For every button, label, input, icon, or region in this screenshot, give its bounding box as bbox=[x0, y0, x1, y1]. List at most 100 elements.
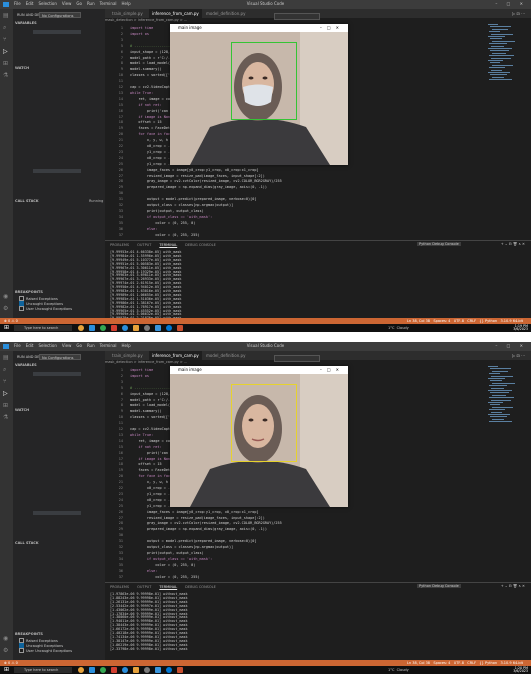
app-icon[interactable] bbox=[177, 667, 183, 673]
code-line[interactable]: print(output, output_class) bbox=[130, 209, 204, 213]
code-line[interactable]: model.summary() bbox=[130, 67, 162, 71]
code-line[interactable]: x0_crop = ... bbox=[130, 156, 174, 160]
window-controls[interactable]: – □ ✕ bbox=[495, 1, 527, 6]
code-line[interactable]: else: bbox=[130, 227, 158, 231]
gear-icon[interactable]: ⚙ bbox=[3, 648, 10, 654]
code-line[interactable]: y1_crop = ... bbox=[130, 504, 174, 508]
section-header-watch[interactable]: WATCH bbox=[15, 408, 29, 412]
account-icon[interactable]: ◉ bbox=[3, 636, 10, 642]
section-header-call-stack[interactable]: CALL STACK bbox=[15, 541, 39, 545]
configuration-select[interactable]: No Configurations bbox=[39, 354, 81, 360]
code-line[interactable]: import time bbox=[130, 368, 153, 372]
editor-tab[interactable]: train_simple.py bbox=[109, 9, 146, 18]
widget-icon[interactable] bbox=[78, 325, 84, 331]
code-line[interactable]: prepared_image = np.expand_dims(gray_ima… bbox=[130, 185, 267, 189]
debug-toolbar[interactable] bbox=[274, 355, 320, 362]
source-control-icon[interactable]: ⑂ bbox=[3, 379, 10, 385]
task-view-icon[interactable] bbox=[89, 325, 95, 331]
opera-icon[interactable] bbox=[111, 667, 117, 673]
breakpoint-item[interactable]: User Uncaught Exceptions bbox=[19, 648, 72, 653]
panel-actions[interactable]: + ⌄ ⊟ 🗑 ∧ ✕ bbox=[501, 584, 525, 588]
vscode-taskbar-icon[interactable] bbox=[166, 325, 172, 331]
code-line[interactable]: output_class = classes[np.argmax(output)… bbox=[130, 545, 233, 549]
configuration-select[interactable]: No Configurations bbox=[39, 12, 81, 18]
explorer-icon[interactable] bbox=[133, 325, 139, 331]
breadcrumb[interactable]: mask_detection > inference_from_cam.py >… bbox=[105, 360, 187, 364]
account-icon[interactable]: ◉ bbox=[3, 294, 10, 300]
panel-tab[interactable]: PROBLEMS bbox=[110, 243, 129, 247]
status-problems[interactable]: ⊗ 0 ⚠ 0 bbox=[4, 319, 18, 323]
panel-tab[interactable]: DEBUG CONSOLE bbox=[185, 585, 216, 589]
taskbar-search[interactable]: Type here to search bbox=[14, 667, 72, 673]
section-header-variables[interactable]: VARIABLES bbox=[15, 363, 37, 367]
code-line[interactable]: offset = 15 bbox=[130, 120, 161, 124]
store-icon[interactable] bbox=[144, 325, 150, 331]
vscode-taskbar-icon[interactable] bbox=[166, 667, 172, 673]
code-line[interactable]: color = (0, 255, 0) bbox=[130, 563, 195, 567]
code-line[interactable]: output = model.predict(prepared_image, v… bbox=[130, 197, 257, 201]
code-line[interactable]: if image is None: bbox=[130, 457, 174, 461]
code-line[interactable]: gray_image = cv2.cvtColor(resized_image,… bbox=[130, 179, 282, 183]
code-line[interactable]: resized_image = resize_pad(image_faces, … bbox=[130, 174, 265, 178]
panel-tab[interactable]: OUTPUT bbox=[137, 585, 151, 589]
code-line[interactable]: model.summary() bbox=[130, 409, 162, 413]
explorer-icon[interactable] bbox=[133, 667, 139, 673]
breakpoint-item[interactable]: User Uncaught Exceptions bbox=[19, 306, 72, 311]
editor-actions[interactable]: ▷ ⊡ ⋯ bbox=[512, 9, 525, 18]
code-line[interactable]: if not ret: bbox=[130, 445, 161, 449]
weather-status[interactable]: 1°C Cloudy bbox=[388, 668, 409, 672]
code-line[interactable]: import os bbox=[130, 374, 149, 378]
window-controls[interactable]: – □ ✕ bbox=[495, 343, 527, 348]
code-line[interactable]: prepared_image = np.expand_dims(gray_ima… bbox=[130, 527, 267, 531]
panel-tab[interactable]: TERMINAL bbox=[159, 243, 177, 247]
extensions-icon[interactable]: ⊞ bbox=[3, 61, 10, 67]
code-line[interactable]: image_faces = image[y0_crop:y1_crop, x0_… bbox=[130, 168, 259, 172]
code-line[interactable]: if output_class == 'with_mask': bbox=[130, 557, 212, 561]
editor-tab[interactable]: inference_from_cam.py bbox=[149, 351, 202, 360]
code-line[interactable]: x0_crop = ... bbox=[130, 144, 174, 148]
windows-start-icon[interactable]: ⊞ bbox=[4, 667, 10, 673]
terminal-selector[interactable]: Python Debug Console bbox=[417, 242, 461, 246]
edge-icon[interactable] bbox=[122, 325, 128, 331]
editor-tab[interactable]: inference_from_cam.py bbox=[149, 9, 202, 18]
code-line[interactable]: color = (0, 255, 255) bbox=[130, 575, 199, 579]
image-window-controls[interactable]: –□✕ bbox=[320, 24, 344, 32]
code-line[interactable]: if not ret: bbox=[130, 103, 161, 107]
mail-icon[interactable] bbox=[155, 667, 161, 673]
section-header-breakpoints[interactable]: BREAKPOINTS bbox=[15, 290, 43, 294]
files-icon[interactable]: ▤ bbox=[3, 355, 10, 361]
mail-icon[interactable] bbox=[155, 325, 161, 331]
chrome-icon[interactable] bbox=[100, 667, 106, 673]
system-clock[interactable]: 1:20 PM 3/6/2023 bbox=[513, 666, 528, 674]
widget-icon[interactable] bbox=[78, 667, 84, 673]
panel-tab[interactable]: TERMINAL bbox=[159, 585, 177, 589]
edge-icon[interactable] bbox=[122, 667, 128, 673]
code-line[interactable]: color = (0, 255, 255) bbox=[130, 233, 199, 237]
image-window-controls[interactable]: –□✕ bbox=[320, 366, 344, 374]
code-line[interactable]: resized_image = resize_pad(image_faces, … bbox=[130, 516, 265, 520]
code-line[interactable]: if output_class == 'with_mask': bbox=[130, 215, 212, 219]
files-icon[interactable]: ▤ bbox=[3, 13, 10, 19]
gear-icon[interactable]: ⚙ bbox=[3, 306, 10, 312]
breakpoint-checkbox[interactable] bbox=[19, 648, 24, 653]
testing-icon[interactable]: ⚗ bbox=[3, 415, 10, 421]
code-line[interactable]: offset = 15 bbox=[130, 462, 161, 466]
status-info[interactable]: Ln 38, Col 38 Spaces: 4 UTF-8 CRLF {} Py… bbox=[407, 661, 523, 665]
panel-tab[interactable]: OUTPUT bbox=[137, 243, 151, 247]
taskbar-search[interactable]: Type here to search bbox=[14, 325, 72, 331]
section-header-variables[interactable]: VARIABLES bbox=[15, 21, 37, 25]
code-line[interactable]: while True: bbox=[130, 433, 153, 437]
terminal-selector[interactable]: Python Debug Console bbox=[417, 584, 461, 588]
windows-start-icon[interactable]: ⊞ bbox=[4, 325, 10, 331]
code-line[interactable]: y1_crop = ... bbox=[130, 150, 174, 154]
source-control-icon[interactable]: ⑂ bbox=[3, 37, 10, 43]
task-view-icon[interactable] bbox=[89, 667, 95, 673]
section-header-breakpoints[interactable]: BREAKPOINTS bbox=[15, 632, 43, 636]
run-debug-icon[interactable]: ▷ bbox=[3, 49, 10, 55]
breakpoint-checkbox[interactable] bbox=[19, 306, 24, 311]
code-line[interactable]: output_class = classes[np.argmax(output)… bbox=[130, 203, 233, 207]
section-header-watch[interactable]: WATCH bbox=[15, 66, 29, 70]
code-line[interactable]: y1_crop = ... bbox=[130, 492, 174, 496]
panel-actions[interactable]: + ⌄ ⊟ 🗑 ∧ ✕ bbox=[501, 242, 525, 246]
search-icon[interactable]: ⌕ bbox=[3, 367, 10, 373]
